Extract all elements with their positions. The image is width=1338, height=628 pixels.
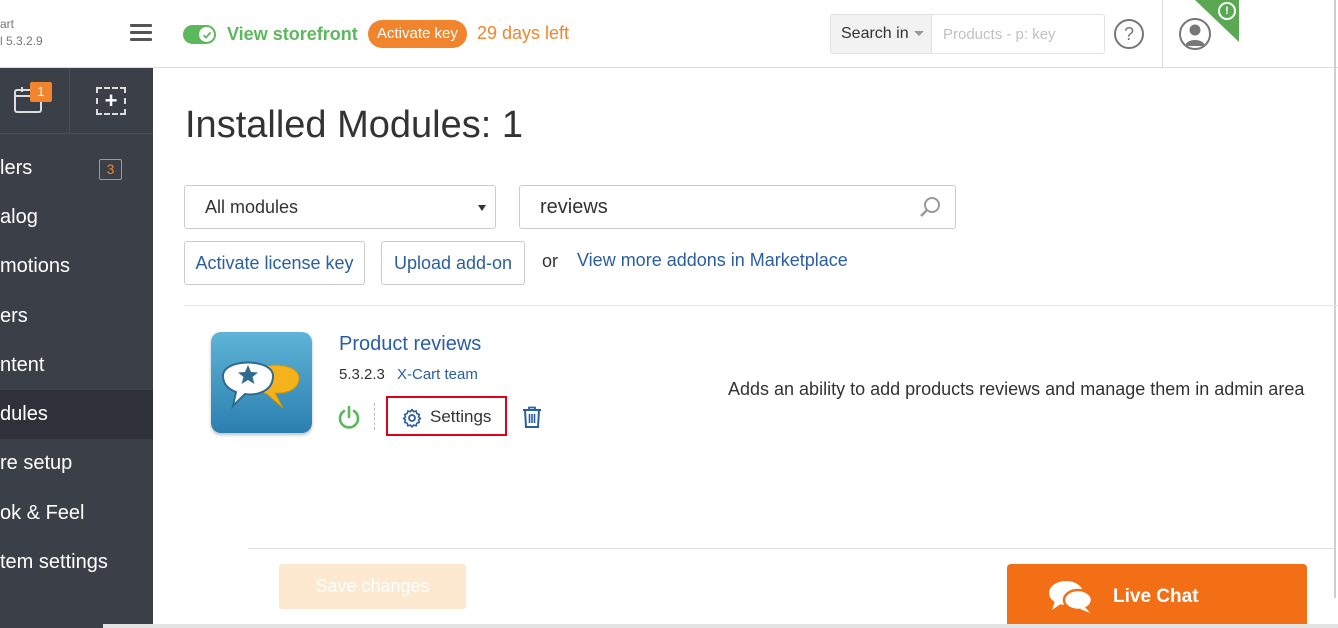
trial-days-left: 29 days left <box>477 23 570 43</box>
activate-license-key-button[interactable]: Activate license key <box>184 241 365 285</box>
live-chat-label: Live Chat <box>1113 586 1199 607</box>
sidebar-item-label: alog <box>0 206 38 228</box>
sidebar-item-system-settings[interactable]: tem settings <box>0 538 153 587</box>
sidebar-item-label: ers <box>0 305 28 327</box>
search-icon[interactable] <box>919 196 941 218</box>
module-filter-select[interactable]: All modules <box>184 185 496 229</box>
sidebar-quick-actions: 1 + <box>0 68 153 134</box>
sidebar-item-label: ok & Feel <box>0 502 85 524</box>
add-icon[interactable]: + <box>96 87 126 115</box>
search-in-dropdown[interactable]: Search in <box>830 14 931 54</box>
product-reviews-module-icon <box>211 332 312 433</box>
page-title: Installed Modules: 1 <box>185 104 523 146</box>
admin-screen: art l 5.3.2.9 View storefront Activate k… <box>0 0 1338 628</box>
alert-icon[interactable]: ! <box>1218 2 1236 20</box>
module-search-input[interactable]: reviews <box>519 185 956 229</box>
sidebar-divider <box>69 68 70 134</box>
chat-bubbles-icon <box>1049 581 1094 613</box>
logo-text-line1: art <box>0 17 15 31</box>
module-settings-button[interactable]: Settings <box>386 396 507 436</box>
sidebar-item-label: dules <box>0 403 48 425</box>
footer-divider <box>248 548 1334 549</box>
module-name-link[interactable]: Product reviews <box>339 333 481 356</box>
search-in-label: Search in <box>841 25 909 42</box>
sidebar-item-label: ntent <box>0 354 45 376</box>
orders-badge: 3 <box>99 159 122 180</box>
settings-label: Settings <box>430 407 492 426</box>
sidebar-item-orders[interactable]: lers 3 <box>0 144 153 193</box>
storefront-toggle[interactable] <box>183 25 216 44</box>
sidebar-item-modules[interactable]: dules <box>0 390 153 439</box>
view-storefront-link[interactable]: View storefront <box>227 24 358 45</box>
or-text: or <box>542 251 559 271</box>
header-divider <box>1162 0 1163 68</box>
horizontal-scrollbar[interactable] <box>103 624 1338 628</box>
menu-icon[interactable] <box>130 24 152 42</box>
gear-icon <box>402 408 422 428</box>
search-value: reviews <box>540 196 608 218</box>
sidebar-item-catalog[interactable]: alog <box>0 193 153 242</box>
sidebar-item-label: tem settings <box>0 551 108 573</box>
global-search-input[interactable] <box>931 14 1105 54</box>
live-chat-button[interactable]: Live Chat <box>1007 564 1307 628</box>
action-separator <box>374 403 375 430</box>
filter-selected-value: All modules <box>205 197 299 217</box>
sidebar-item-label: re setup <box>0 452 73 474</box>
logo-version: l 5.3.2.9 <box>0 34 43 48</box>
sidebar-item-label: lers <box>0 157 33 179</box>
upload-addon-button[interactable]: Upload add-on <box>381 241 525 285</box>
sidebar-item-users[interactable]: ers <box>0 292 153 341</box>
activate-key-button[interactable]: Activate key <box>368 20 467 48</box>
divider <box>184 305 1338 306</box>
sidebar: 1 + lers 3 alog motions ers ntent dules … <box>0 68 153 628</box>
module-description: Adds an ability to add products reviews … <box>728 379 1305 399</box>
caret-down-icon <box>913 31 924 37</box>
top-header: art l 5.3.2.9 View storefront Activate k… <box>0 0 1338 68</box>
checkmark-icon <box>199 27 214 42</box>
help-icon[interactable]: ? <box>1114 19 1144 49</box>
power-icon[interactable] <box>337 405 361 429</box>
sidebar-item-promotions[interactable]: motions <box>0 242 153 291</box>
trash-icon[interactable] <box>522 406 542 428</box>
sidebar-item-store-setup[interactable]: re setup <box>0 439 153 488</box>
select-arrow-icon <box>478 205 486 211</box>
sidebar-item-content[interactable]: ntent <box>0 341 153 390</box>
save-changes-button[interactable]: Save changes <box>279 564 466 609</box>
module-version: 5.3.2.3 <box>339 366 385 383</box>
scrollbar-edge <box>1334 0 1336 598</box>
module-author-link[interactable]: X-Cart team <box>397 366 478 383</box>
sidebar-item-look-feel[interactable]: ok & Feel <box>0 489 153 538</box>
orders-count-badge: 1 <box>30 82 52 102</box>
marketplace-link[interactable]: View more addons in Marketplace <box>577 250 848 271</box>
sidebar-item-label: motions <box>0 255 71 277</box>
